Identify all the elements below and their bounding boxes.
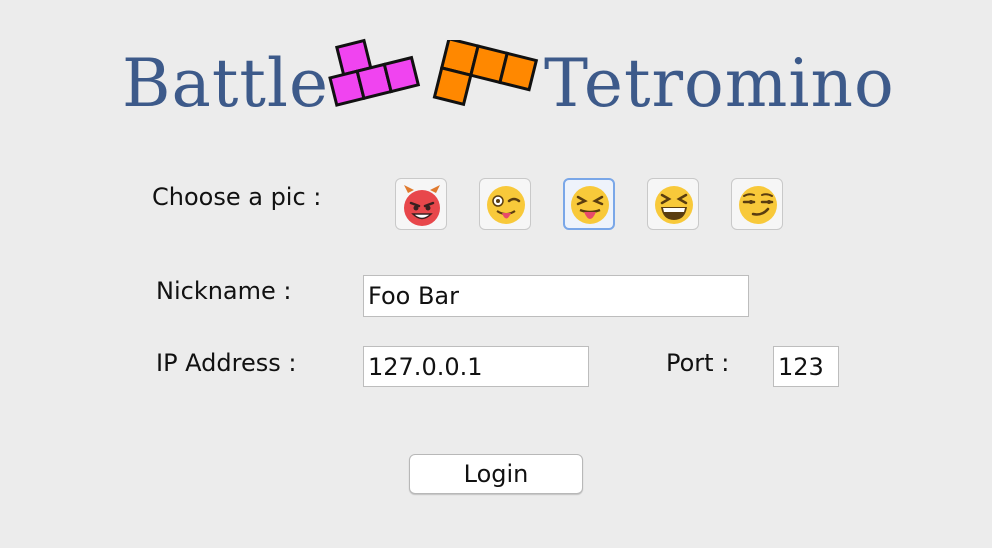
pic-option-devil[interactable] [395, 178, 447, 230]
squinting-tongue-face-icon [571, 186, 609, 224]
port-input[interactable] [773, 346, 839, 387]
port-label: Port : [666, 349, 730, 377]
smirking-face-icon [739, 186, 777, 224]
devil-face-icon [404, 185, 440, 226]
nickname-label: Nickname : [156, 277, 292, 305]
pic-option-squint-tongue[interactable] [563, 178, 615, 230]
nickname-input[interactable] [363, 275, 749, 317]
winking-tongue-face-icon [487, 186, 525, 224]
title-tetromino: Tetromino [544, 45, 895, 122]
t-tetromino-icon [328, 38, 421, 107]
pic-option-wink-tongue[interactable] [479, 178, 531, 230]
pic-option-smirk[interactable] [731, 178, 783, 230]
ip-address-input[interactable] [363, 346, 589, 387]
login-button[interactable]: Login [409, 454, 583, 494]
ip-address-label: IP Address : [156, 349, 297, 377]
l-tetromino-icon [432, 40, 539, 107]
pic-option-grin-squint[interactable] [647, 178, 699, 230]
grinning-squinting-face-icon [655, 186, 693, 224]
choose-pic-label: Choose a pic : [152, 183, 322, 211]
title-battle: Battle [122, 45, 330, 122]
